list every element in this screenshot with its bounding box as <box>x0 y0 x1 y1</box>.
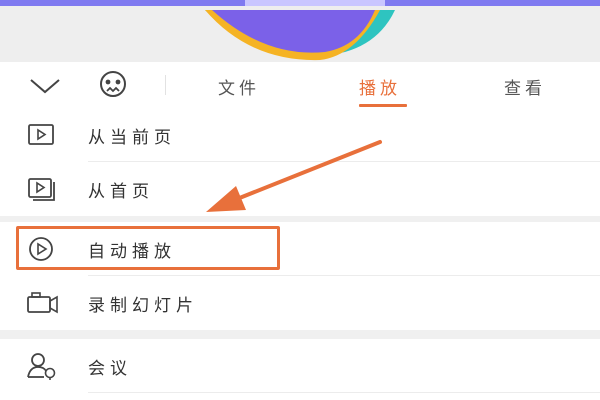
tab-view[interactable]: 查看 <box>504 74 546 99</box>
top-banner <box>0 0 600 62</box>
menu-item-meeting[interactable]: 会议 <box>0 339 600 393</box>
camera-icon <box>27 292 58 314</box>
row-divider <box>88 392 600 393</box>
highlight-box <box>16 226 280 270</box>
menu-item-record-slides[interactable]: 录制幻灯片 <box>0 276 600 330</box>
menu-item-label: 从当前页 <box>88 128 176 148</box>
menu-item-label: 从首页 <box>88 182 154 202</box>
banner-graphic <box>205 10 395 61</box>
chevron-down-icon[interactable] <box>28 72 62 98</box>
tab-play[interactable]: 播放 <box>359 74 401 99</box>
play-slide-icon <box>28 124 54 145</box>
menu-item-from-current[interactable]: 从当前页 <box>0 108 600 162</box>
face-icon[interactable] <box>96 70 130 100</box>
meeting-user-icon <box>27 353 56 380</box>
menu-item-label: 会议 <box>88 359 132 379</box>
menu-item-from-first[interactable]: 从首页 <box>0 162 600 216</box>
play-slides-stack-icon <box>28 178 55 201</box>
toolbar-separator <box>165 75 166 95</box>
section-gap <box>0 330 600 339</box>
ribbon-toolbar: 文件 播放 查看 <box>0 62 600 109</box>
menu-item-label: 录制幻灯片 <box>88 296 198 316</box>
tab-file[interactable]: 文件 <box>218 74 260 99</box>
active-tab-indicator <box>359 104 407 107</box>
